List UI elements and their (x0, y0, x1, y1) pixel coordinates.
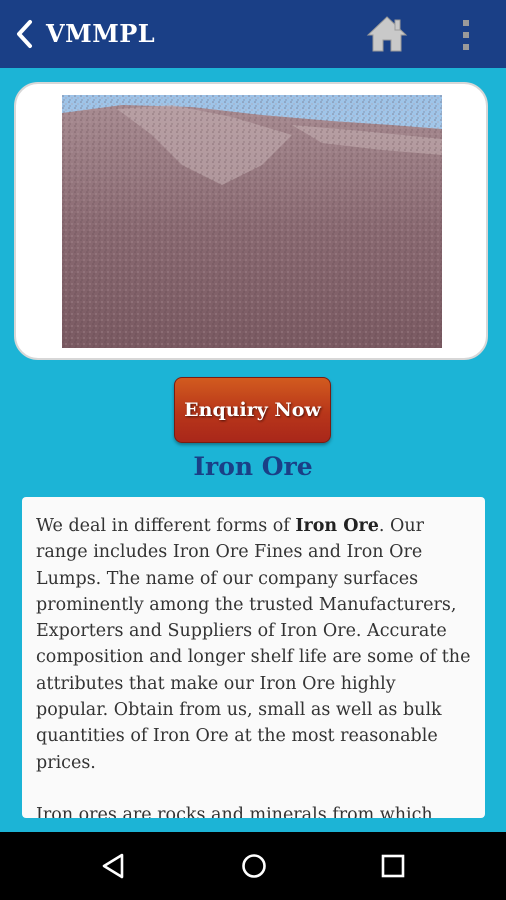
nav-back-icon[interactable] (98, 851, 128, 881)
description-text-start: We deal in different forms of (36, 516, 296, 536)
app-bar: VMMPL (0, 0, 506, 68)
description-paragraph: We deal in different forms of Iron Ore. … (22, 497, 485, 776)
product-title: Iron Ore (193, 452, 313, 481)
back-arrow-icon[interactable] (8, 16, 42, 52)
description-box: We deal in different forms of Iron Ore. … (22, 497, 485, 818)
app-title: VMMPL (46, 19, 156, 48)
more-vert-icon[interactable] (452, 16, 480, 54)
iron-ore-photo (62, 95, 442, 348)
description-bold-term: Iron Ore (295, 516, 379, 536)
home-icon[interactable] (366, 14, 408, 54)
description-paragraph-2: Iron ores are rocks and minerals from wh… (36, 804, 433, 818)
nav-home-icon[interactable] (239, 851, 269, 881)
nav-recents-icon[interactable] (378, 851, 408, 881)
description-text-rest: . Our range includes Iron Ore Fines and … (36, 516, 471, 773)
enquiry-now-button[interactable]: Enquiry Now (174, 377, 331, 443)
